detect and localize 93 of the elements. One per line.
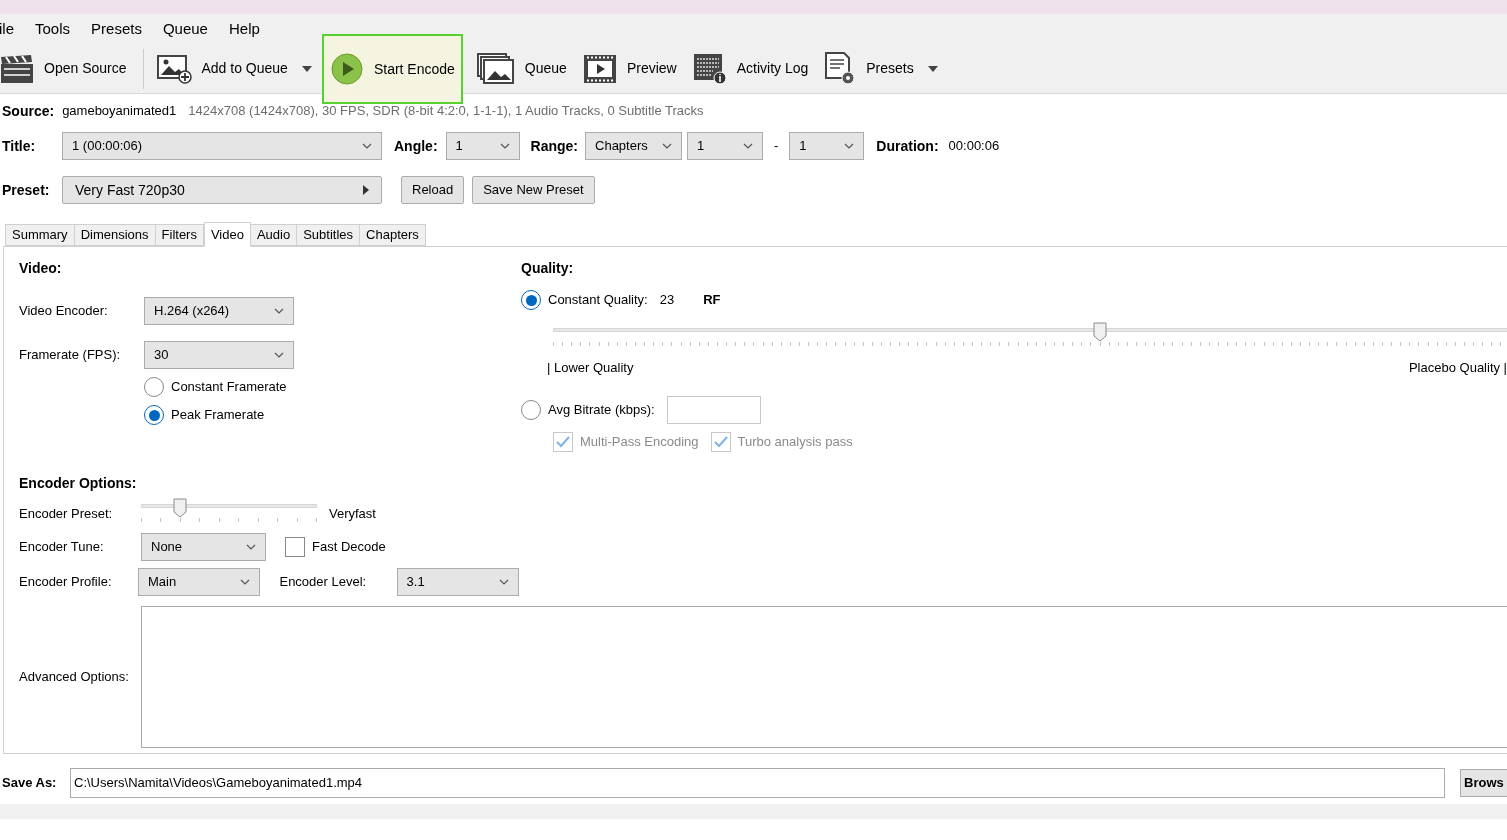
tune-dropdown[interactable]: None bbox=[141, 533, 266, 561]
toolbar-button[interactable]: Preview bbox=[576, 43, 683, 94]
save-path-field[interactable]: C:\Users\Namita\Videos\Gameboyanimated1.mp4 bbox=[70, 768, 1445, 798]
slider-thumb[interactable] bbox=[1092, 322, 1107, 342]
section-heading: Video: bbox=[19, 259, 63, 278]
menu-item[interactable]: Queue bbox=[162, 17, 208, 41]
menu-item[interactable]: ile bbox=[0, 17, 14, 41]
profile-dropdown[interactable]: Main bbox=[138, 568, 261, 596]
quality-value: 23 bbox=[659, 291, 675, 310]
field-label: Video Encoder: bbox=[19, 302, 109, 321]
framerate-dropdown[interactable]: 30 bbox=[144, 341, 294, 369]
tab[interactable]: Dimensions bbox=[73, 224, 156, 246]
slider-thumb[interactable] bbox=[172, 498, 187, 518]
checkbox-label[interactable]: Fast Decode bbox=[312, 537, 386, 557]
film-icon bbox=[582, 53, 617, 84]
toolbar-button[interactable]: Open Source bbox=[0, 43, 133, 94]
toolbar-button[interactable]: Start Encode bbox=[321, 34, 463, 104]
button[interactable]: Save New Preset bbox=[472, 176, 595, 204]
tab[interactable]: Summary bbox=[5, 224, 75, 246]
chevron-down-icon bbox=[274, 308, 284, 314]
encoder-dropdown[interactable]: H.264 (x264) bbox=[144, 297, 294, 325]
document-gear-icon bbox=[824, 51, 857, 86]
source-name: gameboyanimated1 bbox=[62, 102, 177, 121]
angle-dropdown[interactable]: 1 bbox=[445, 132, 520, 160]
radio-label[interactable]: Avg Bitrate (kbps): bbox=[548, 399, 655, 420]
tab[interactable]: Filters bbox=[154, 224, 204, 246]
field-label: Encoder Preset: bbox=[19, 505, 114, 523]
radio-button[interactable] bbox=[521, 399, 541, 420]
toolbar-button[interactable]: Activity Log bbox=[686, 43, 815, 94]
source-info: 1424x708 (1424x708), 30 FPS, SDR (8-bit 4:2:0, 1-1-1), 1 Audio Tracks, 0 Subtitle Tracks bbox=[188, 102, 704, 121]
tab[interactable]: Audio bbox=[249, 224, 298, 246]
radio-button[interactable] bbox=[521, 290, 541, 310]
range-dropdown[interactable]: Chapters bbox=[585, 132, 682, 160]
image-stack-icon bbox=[476, 52, 515, 85]
field-label: Range: bbox=[530, 136, 578, 156]
chevron-down-icon bbox=[240, 579, 251, 585]
scale-label: | Lower Quality bbox=[547, 359, 634, 377]
field-label: Framerate (FPS): bbox=[19, 346, 122, 365]
chevron-down-icon bbox=[499, 143, 510, 149]
log-icon bbox=[692, 52, 727, 85]
bitrate-field[interactable] bbox=[666, 395, 761, 424]
chevron-down-icon bbox=[844, 143, 855, 149]
level-dropdown[interactable]: 3.1 bbox=[396, 568, 519, 596]
menu-item[interactable]: Tools bbox=[35, 17, 71, 41]
radio-label[interactable]: Constant Framerate bbox=[171, 377, 287, 397]
add-image-icon bbox=[155, 53, 192, 84]
scale-label: Placebo Quality | bbox=[1408, 359, 1507, 377]
field-label: Advanced Options: bbox=[19, 668, 130, 687]
chevron-down-icon bbox=[499, 579, 509, 585]
range-separator: - bbox=[774, 137, 779, 156]
tab[interactable]: Subtitles bbox=[296, 224, 361, 246]
button[interactable]: Reload bbox=[401, 176, 465, 204]
chevron-down-icon bbox=[274, 352, 284, 358]
toolbar-button[interactable]: Presets bbox=[818, 43, 944, 94]
section-heading: Encoder Options: bbox=[19, 474, 138, 493]
radio-label[interactable]: Peak Framerate bbox=[171, 405, 265, 425]
toolbar-button[interactable]: Queue bbox=[470, 43, 573, 94]
toolbar-button[interactable]: Add to Queue bbox=[149, 43, 318, 94]
tab[interactable]: Video bbox=[203, 222, 251, 247]
chapter-end-dropdown[interactable]: 1 bbox=[789, 132, 865, 160]
preset-value: Veryfast bbox=[329, 505, 376, 523]
caret-icon bbox=[301, 65, 312, 72]
field-label: Preset: bbox=[2, 180, 51, 200]
radio-button[interactable] bbox=[144, 405, 164, 425]
browse-button[interactable]: Brows bbox=[1460, 769, 1507, 797]
field-label: Encoder Level: bbox=[279, 573, 368, 592]
field-label: Angle: bbox=[394, 136, 438, 156]
title-dropdown[interactable]: 1 (00:00:06) bbox=[62, 132, 382, 160]
menu-item[interactable]: Help bbox=[228, 17, 260, 41]
radio-button[interactable] bbox=[144, 377, 164, 397]
chevron-down-icon bbox=[362, 143, 372, 149]
chevron-down-icon bbox=[662, 143, 672, 149]
chevron-down-icon bbox=[743, 143, 753, 149]
field-label: Encoder Tune: bbox=[19, 538, 105, 557]
section-heading: Quality: bbox=[521, 259, 575, 278]
source-label: Source: bbox=[2, 101, 55, 121]
clapperboard-icon bbox=[0, 53, 34, 84]
chevron-down-icon bbox=[246, 544, 256, 550]
field-label: Encoder Profile: bbox=[19, 573, 113, 592]
play-icon bbox=[329, 52, 364, 86]
menu-item[interactable]: Presets bbox=[91, 17, 142, 41]
field-label: Save As: bbox=[2, 774, 58, 793]
tab[interactable]: Chapters bbox=[359, 224, 426, 246]
field-label: Duration: bbox=[876, 136, 939, 156]
chapter-start-dropdown[interactable]: 1 bbox=[687, 132, 763, 160]
caret-icon bbox=[927, 65, 938, 72]
preset-dropdown[interactable]: Very Fast 720p30 bbox=[62, 176, 382, 204]
duration-value: 00:00:06 bbox=[948, 137, 1000, 156]
caret-right-icon bbox=[363, 185, 369, 195]
field-label: Title: bbox=[2, 136, 37, 156]
quality-unit: RF bbox=[703, 291, 721, 310]
radio-label[interactable]: Constant Quality: bbox=[548, 290, 648, 310]
checkbox[interactable] bbox=[285, 537, 305, 557]
